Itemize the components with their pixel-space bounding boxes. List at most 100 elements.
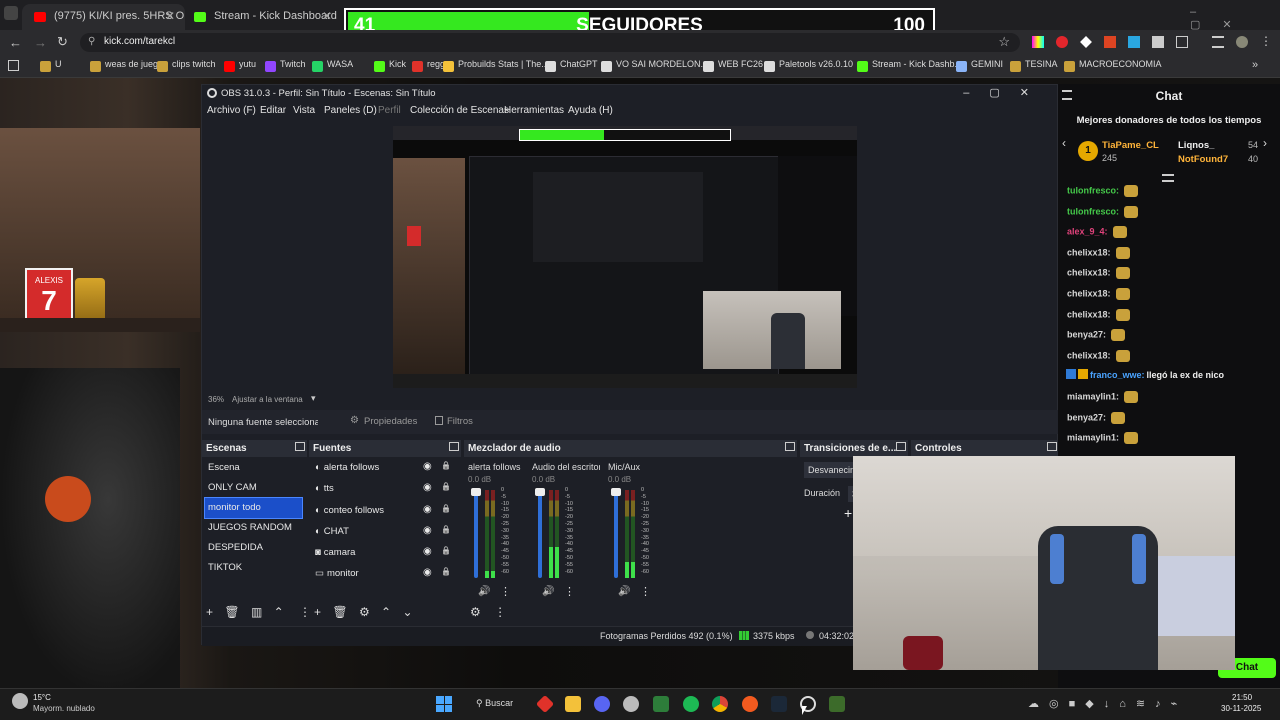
lock-icon[interactable]: 🔒 <box>441 546 451 555</box>
speaker-icon[interactable]: 🔊 <box>542 586 554 597</box>
bookmark-item[interactable]: Kick <box>374 59 406 75</box>
chat-username[interactable]: miamaylin1: <box>1067 433 1119 443</box>
speaker-icon[interactable]: 🔊 <box>618 586 630 597</box>
bookmark-item[interactable]: Twitch <box>265 59 306 75</box>
bookmark-item[interactable]: WEB FC26 <box>703 59 763 75</box>
chat-username[interactable]: tulonfresco: <box>1067 206 1119 216</box>
obs-preview[interactable] <box>393 126 857 388</box>
filters-button[interactable]: Filtros <box>431 413 479 431</box>
source-item[interactable]: ◐ CHAT ◉ 🔒 <box>309 522 461 543</box>
visibility-eye-icon[interactable]: ◉ <box>423 525 432 536</box>
tab-youtube[interactable]: (9775) KI/KI pres. 5HRS OF ACID ✕ <box>22 4 185 30</box>
remove-source-icon[interactable]: 🗑 <box>332 605 347 619</box>
visibility-eye-icon[interactable]: ◉ <box>423 461 432 472</box>
undock-icon[interactable] <box>295 442 305 451</box>
tab-list-icon[interactable] <box>4 6 18 20</box>
fader-knob[interactable] <box>611 488 621 496</box>
app-icon[interactable] <box>742 696 758 712</box>
menu-editar[interactable]: Editar <box>260 105 286 116</box>
extension-icon[interactable] <box>1080 36 1092 48</box>
undock-icon[interactable] <box>896 442 906 451</box>
zoom-dropdown-icon[interactable]: ▾ <box>311 393 316 404</box>
bookmark-item[interactable]: GEMINI <box>956 59 1003 75</box>
lock-icon[interactable]: 🔒 <box>441 482 451 491</box>
bookmark-item[interactable]: Stream - Kick Dashb... <box>857 59 962 75</box>
source-item[interactable]: ▭ monitor ◉ 🔒 <box>309 564 461 585</box>
reload-icon[interactable]: ↻ <box>57 34 68 50</box>
discord-icon[interactable] <box>594 696 610 712</box>
chat-username[interactable]: chelixx18: <box>1067 350 1111 360</box>
obs-window-controls[interactable]: –▢✕ <box>963 86 1049 99</box>
menu-paneles[interactable]: Paneles (D) <box>324 105 377 116</box>
undock-icon[interactable] <box>1047 442 1057 451</box>
more-icon[interactable]: ⋮ <box>299 605 311 619</box>
scene-item[interactable]: ONLY CAM <box>202 478 305 498</box>
bookmark-item[interactable]: VO SAI MORDELON... <box>601 59 708 75</box>
bookmark-item[interactable]: U <box>40 59 62 75</box>
chat-username[interactable]: tulonfresco: <box>1067 185 1119 195</box>
menu-archivo[interactable]: Archivo (F) <box>207 105 256 116</box>
undock-icon[interactable] <box>785 442 795 451</box>
extensions-puzzle-icon[interactable] <box>1176 36 1188 48</box>
taskbar-search[interactable]: ⚲ Buscar <box>466 693 526 715</box>
chat-username[interactable]: chelixx18: <box>1067 288 1111 298</box>
windows-start-icon[interactable] <box>436 696 452 712</box>
visibility-eye-icon[interactable]: ◉ <box>423 482 432 493</box>
chat-username[interactable]: chelixx18: <box>1067 309 1111 319</box>
source-item[interactable]: ◐ conteo follows ◉ 🔒 <box>309 501 461 522</box>
bookmark-item[interactable]: MACROECONOMIA <box>1064 59 1162 75</box>
menu-coleccion[interactable]: Colección de Escenas <box>410 105 509 116</box>
zoom-mode[interactable]: Ajustar a la ventana <box>232 395 303 404</box>
more-icon[interactable]: ⋮ <box>494 605 506 619</box>
profile-avatar[interactable] <box>1236 36 1248 48</box>
file-explorer-icon[interactable] <box>565 696 581 712</box>
app-icon[interactable] <box>623 696 639 712</box>
extension-icon[interactable] <box>1152 36 1164 48</box>
extension-icon[interactable] <box>1032 36 1044 48</box>
extension-icon[interactable] <box>1056 36 1068 48</box>
scene-item[interactable]: Escena <box>202 458 305 478</box>
bookmark-item[interactable]: WASA <box>312 59 353 75</box>
move-up-icon[interactable]: ⌃ <box>381 605 391 619</box>
add-source-icon[interactable]: + <box>314 605 321 619</box>
donors-prev-icon[interactable]: ‹ <box>1062 136 1066 150</box>
weather-icon[interactable] <box>12 693 28 709</box>
menu-herramientas[interactable]: Herramientas <box>504 105 564 116</box>
source-item[interactable]: ◐ tts ◉ 🔒 <box>309 479 461 500</box>
remove-scene-icon[interactable]: 🗑 <box>224 605 239 619</box>
bookmark-item[interactable]: Paletools v26.0.10 <box>764 59 853 75</box>
more-bookmarks-icon[interactable]: » <box>1252 59 1258 71</box>
visibility-eye-icon[interactable]: ◉ <box>423 504 432 515</box>
fader-knob[interactable] <box>471 488 481 496</box>
reading-list-icon[interactable] <box>1212 36 1224 48</box>
close-icon[interactable]: ✕ <box>322 9 332 23</box>
tab-kick-dashboard[interactable]: Stream - Kick Dashboard ✕ <box>182 4 342 30</box>
menu-perfil[interactable]: Perfil <box>378 105 401 116</box>
chat-username[interactable]: franco_wwe: <box>1090 370 1145 380</box>
scene-filters-icon[interactable]: ▥ <box>251 605 262 619</box>
app-icon[interactable] <box>829 696 845 712</box>
lock-icon[interactable]: 🔒 <box>441 567 451 576</box>
bookmark-item[interactable]: clips twitch <box>157 59 216 75</box>
move-up-icon[interactable]: ⌃ <box>274 605 284 619</box>
system-tray[interactable]: ☁◎■◆↓⌂≋♪⌁ <box>1028 697 1187 710</box>
bookmark-item[interactable]: Probuilds Stats | The... <box>443 59 549 75</box>
forward-icon[interactable]: → <box>34 35 47 50</box>
pinned-menu-icon[interactable] <box>1162 174 1174 182</box>
visibility-eye-icon[interactable]: ◉ <box>423 546 432 557</box>
bookmark-item[interactable]: TESINA <box>1010 59 1058 75</box>
source-properties-icon[interactable]: ⚙ <box>359 605 370 619</box>
scene-item[interactable]: monitor todo <box>204 497 303 519</box>
volume-fader[interactable] <box>538 490 542 578</box>
scene-item[interactable]: JUEGOS RANDOM <box>202 518 305 538</box>
menu-kebab-icon[interactable]: ⋮ <box>1260 34 1272 48</box>
site-info-icon[interactable]: ⚲ <box>88 36 95 47</box>
undock-icon[interactable] <box>449 442 459 451</box>
bookmark-item[interactable]: ChatGPT <box>545 59 598 75</box>
steam-icon[interactable] <box>771 696 787 712</box>
speaker-icon[interactable]: 🔊 <box>478 586 490 597</box>
back-icon[interactable]: ← <box>9 35 22 50</box>
chat-username[interactable]: benya27: <box>1067 412 1106 422</box>
more-icon[interactable]: ⋮ <box>500 585 511 598</box>
chat-username[interactable]: alex_9_4: <box>1067 227 1108 237</box>
